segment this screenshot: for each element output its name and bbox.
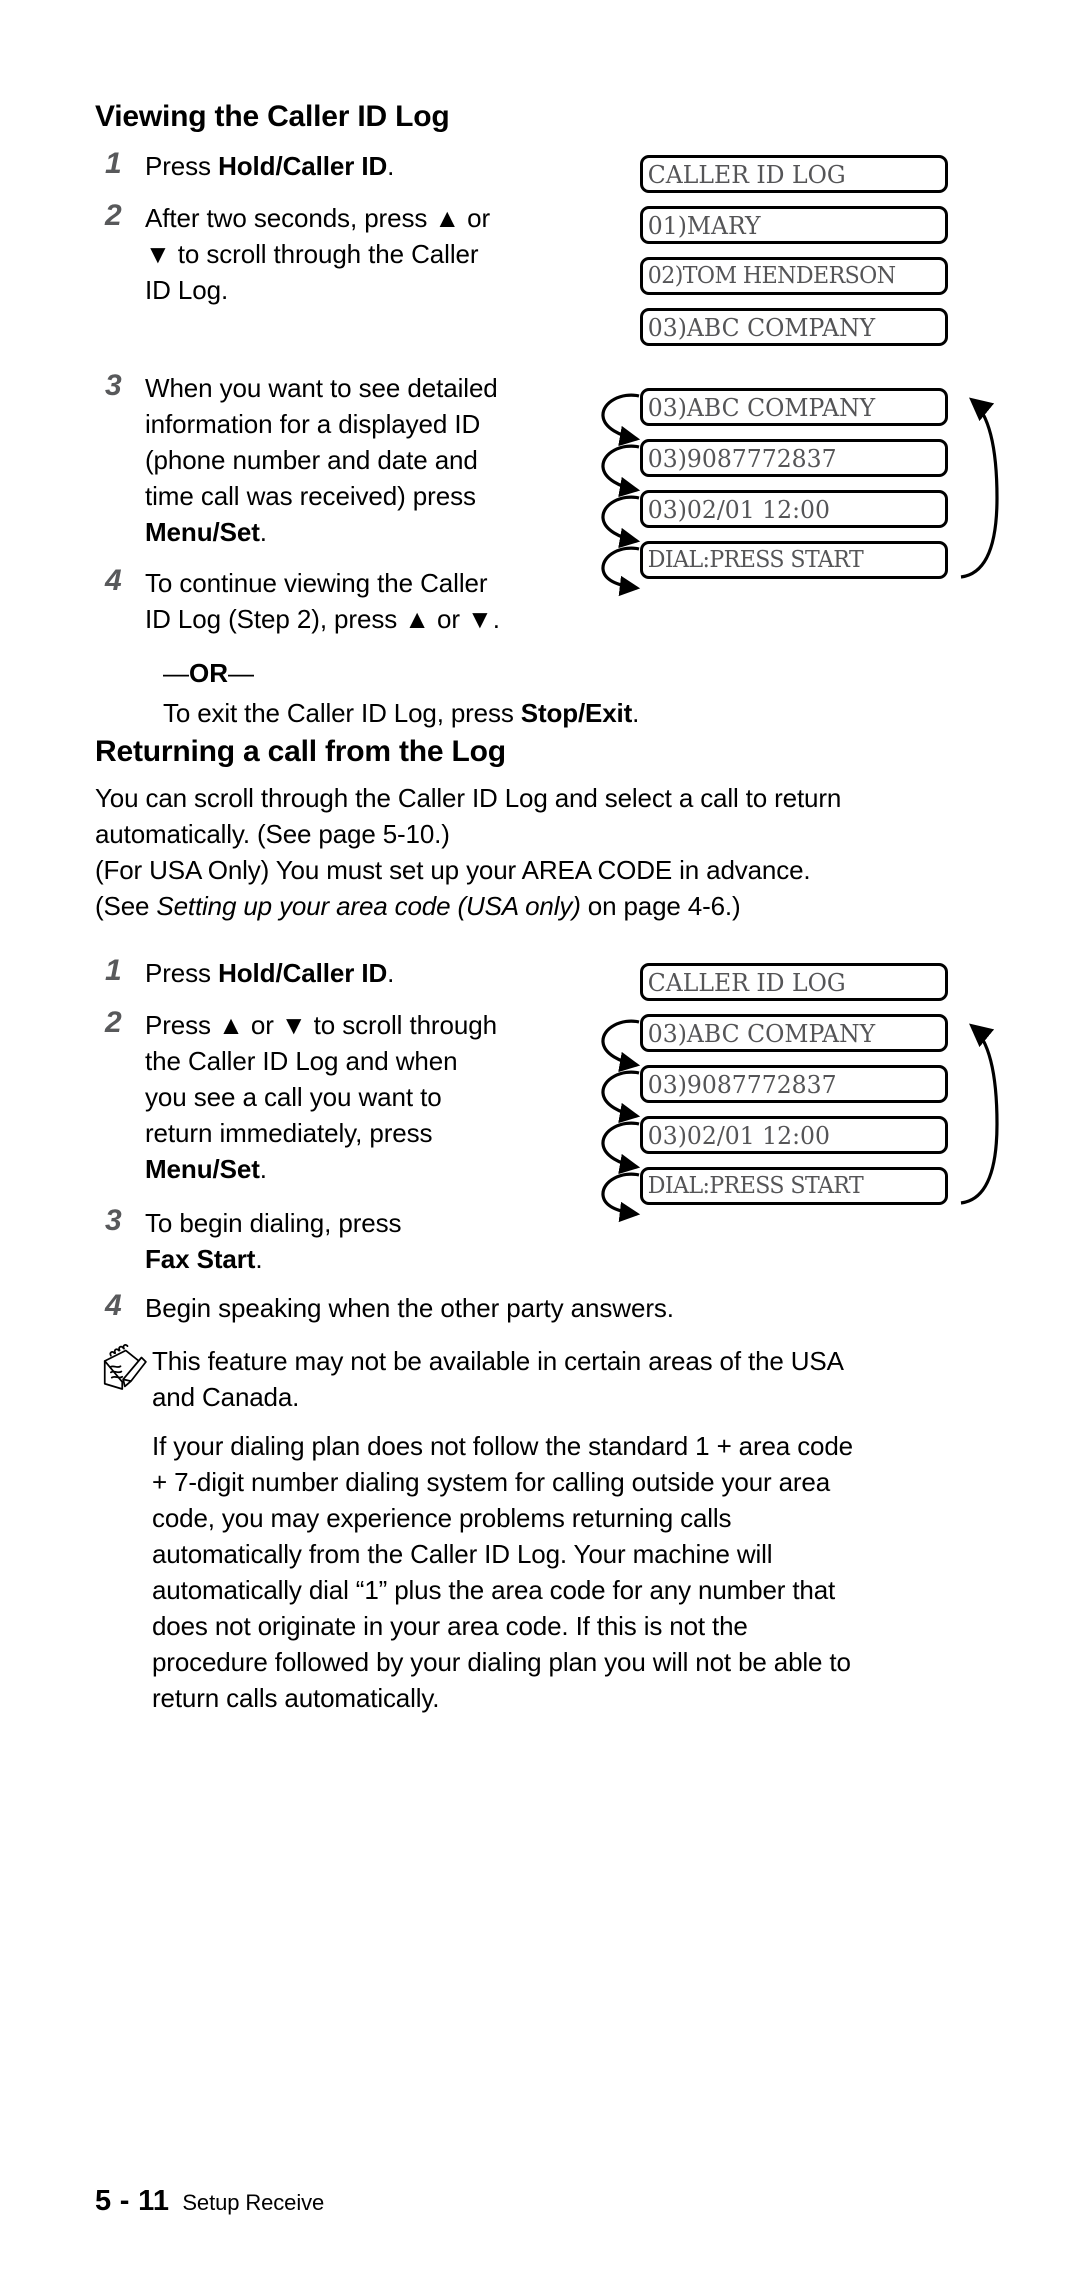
step-returning-2: 2 Press ▲ or ▼ to scroll through the Call… xyxy=(105,1007,535,1187)
lcd-display: 01)MARY xyxy=(640,206,948,244)
step-text: To continue viewing the Caller ID Log (St… xyxy=(145,568,500,634)
step-number: 4 xyxy=(105,564,122,597)
footer-page-number: 5 - 11 xyxy=(95,2185,170,2217)
step-number: 2 xyxy=(105,199,122,232)
lcd-stack-browse: CALLER ID LOG 01)MARY 02)TOM HENDERSON 0… xyxy=(640,155,960,346)
step-text: When you want to see detailed information… xyxy=(145,373,498,547)
lcd-display: DIAL:PRESS START xyxy=(640,1167,948,1205)
lcd-text: DIAL:PRESS START xyxy=(647,547,864,573)
step-returning-4: 4 Begin speaking when the other party an… xyxy=(105,1290,865,1326)
lcd-display: 03)ABC COMPANY xyxy=(640,308,948,346)
lcd-display: CALLER ID LOG xyxy=(640,963,948,1001)
note-body-text: If your dialing plan does not follow the… xyxy=(152,1431,853,1713)
step-viewing-1: 1 Press Hold/Caller ID. xyxy=(105,148,525,184)
lcd-loop-arrow-right xyxy=(960,1023,999,1205)
note-lead-text: This feature may not be available in cer… xyxy=(152,1346,844,1412)
lcd-text: 03)9087772837 xyxy=(647,443,837,473)
step-viewing-2: 2 After two seconds, press ▲ or ▼ to scro… xyxy=(105,200,525,308)
lcd-text: 03)02/01 12:00 xyxy=(647,1120,830,1150)
heading-returning-a-call: Returning a call from the Log xyxy=(95,735,506,768)
step-viewing-4: 4 To continue viewing the Caller ID Log (… xyxy=(105,565,535,637)
lcd-display: 03)02/01 12:00 xyxy=(640,490,948,528)
footer-chapter-label: Setup Receive xyxy=(182,2190,325,2215)
lcd-text: DIAL:PRESS START xyxy=(647,1173,864,1199)
lcd-text: 02)TOM HENDERSON xyxy=(647,263,896,289)
manual-page: Viewing the Caller ID Log 1 Press Hold/C… xyxy=(0,0,1080,2270)
step-number: 2 xyxy=(105,1006,122,1039)
returning-intro-paragraph-2: (For USA Only) You must set up your AREA… xyxy=(95,855,811,921)
step-text: After two seconds, press ▲ or ▼ to scroll… xyxy=(145,203,491,305)
lcd-text: 03)9087772837 xyxy=(647,1069,837,1099)
lcd-text: 03)ABC COMPANY xyxy=(647,392,876,422)
lcd-text: CALLER ID LOG xyxy=(647,159,846,189)
lcd-display: 03)9087772837 xyxy=(640,439,948,477)
returning-intro-paragraph-1: You can scroll through the Caller ID Log… xyxy=(95,783,842,849)
step-text: Press Hold/Caller ID. xyxy=(145,151,395,181)
lcd-display: 02)TOM HENDERSON xyxy=(640,257,948,295)
lcd-display: 03)9087772837 xyxy=(640,1065,948,1103)
lcd-text: 01)MARY xyxy=(647,210,761,240)
lcd-display: DIAL:PRESS START xyxy=(640,541,948,579)
step-number: 3 xyxy=(105,1204,122,1237)
lcd-display: 03)ABC COMPANY xyxy=(640,1014,948,1052)
step-number: 1 xyxy=(105,954,122,987)
step-returning-1: 1 Press Hold/Caller ID. xyxy=(105,955,535,991)
step-text: Press ▲ or ▼ to scroll through the Caller… xyxy=(145,1010,497,1184)
step-number: 4 xyxy=(105,1289,122,1322)
lcd-stack-detail-cycle: 03)ABC COMPANY 03)9087772837 03)02/01 12… xyxy=(601,388,999,597)
step-viewing-3: 3 When you want to see detailed informati… xyxy=(105,370,535,550)
step-text: To begin dialing, press Fax Start. xyxy=(145,1208,402,1274)
or-separator: —OR— xyxy=(163,658,254,688)
lcd-display: 03)02/01 12:00 xyxy=(640,1116,948,1154)
lcd-text: 03)ABC COMPANY xyxy=(647,1018,876,1048)
step-text: Begin speaking when the other party answ… xyxy=(145,1293,674,1323)
page-footer: 5 - 11 Setup Receive xyxy=(95,2185,324,2218)
notepad-pencil-icon xyxy=(103,1344,147,1390)
lcd-display: CALLER ID LOG xyxy=(640,155,948,193)
lcd-text: 03)02/01 12:00 xyxy=(647,494,830,524)
lcd-display: 03)ABC COMPANY xyxy=(640,388,948,426)
lcd-text: 03)ABC COMPANY xyxy=(647,312,876,342)
step-returning-3: 3 To begin dialing, press Fax Start. xyxy=(105,1205,535,1277)
exit-instruction: To exit the Caller ID Log, press Stop/Ex… xyxy=(163,698,640,728)
lcd-loop-arrow-right xyxy=(960,397,999,579)
lcd-stack-return-call: CALLER ID LOG 03)ABC COMPANY 03)90877728… xyxy=(601,963,999,1223)
step-number: 1 xyxy=(105,147,122,180)
step-text: Press Hold/Caller ID. xyxy=(145,958,395,988)
heading-viewing-caller-id-log: Viewing the Caller ID Log xyxy=(95,100,450,133)
step-number: 3 xyxy=(105,369,122,402)
lcd-text: CALLER ID LOG xyxy=(647,967,846,997)
